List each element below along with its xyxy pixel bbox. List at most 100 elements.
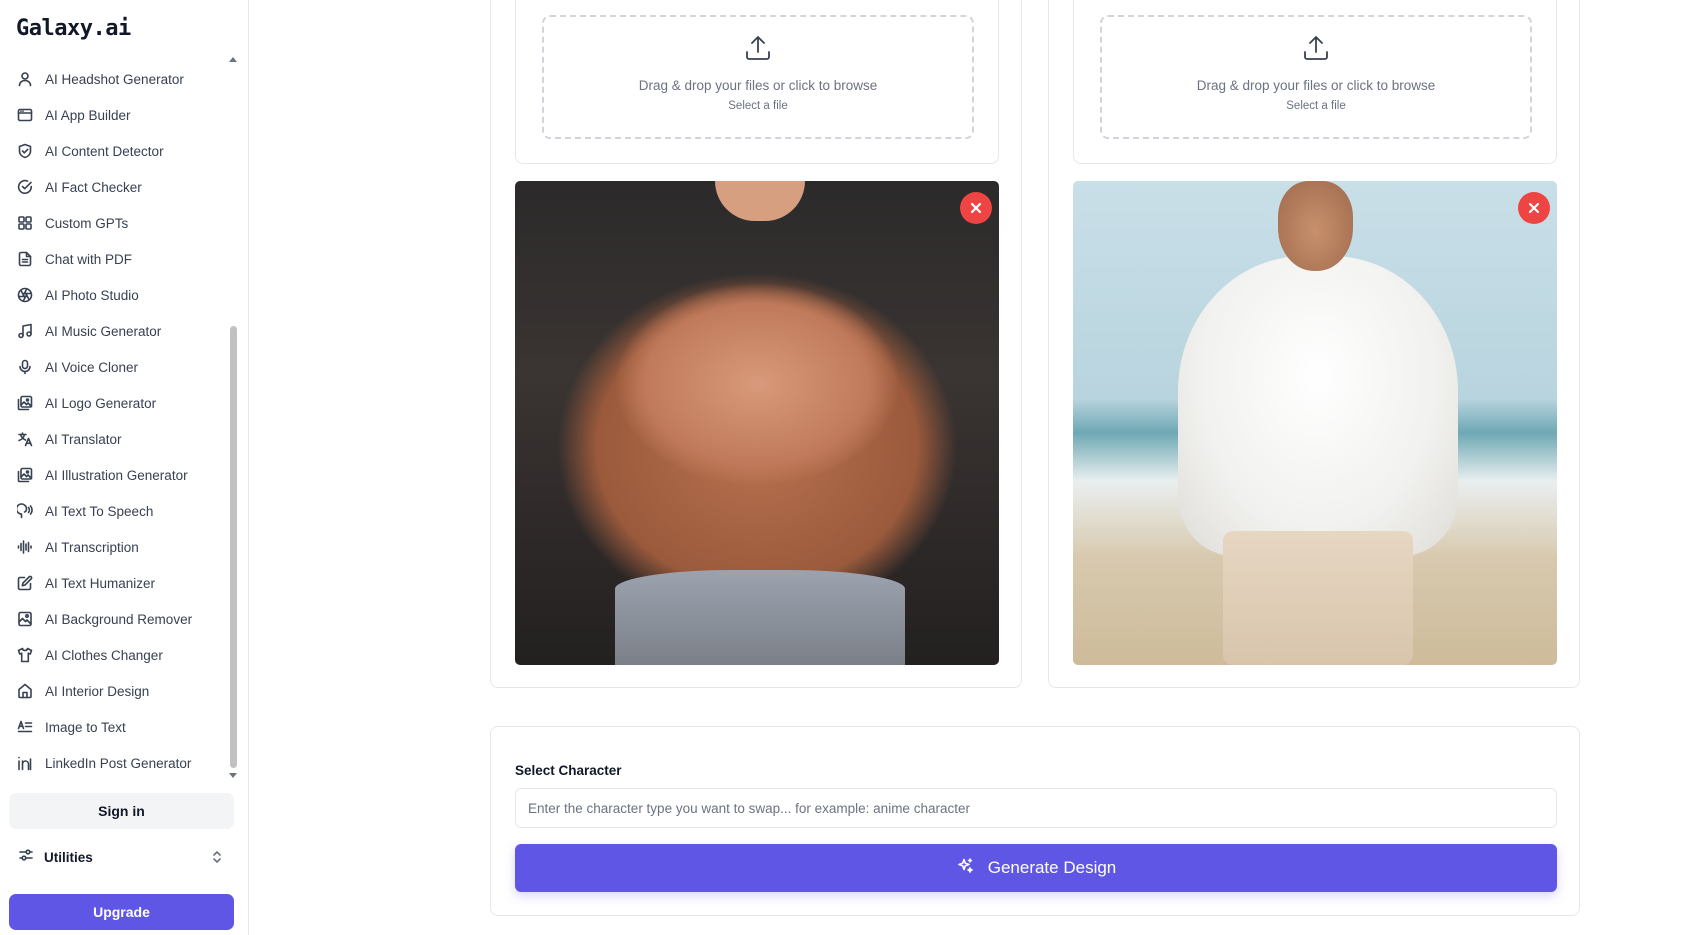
app-window-icon [17,107,33,123]
sidebar-item-label: AI Text Humanizer [45,575,156,591]
remove-image-button[interactable] [960,192,992,224]
file-dropzone[interactable]: Drag & drop your files or click to brows… [1100,15,1532,139]
edit-icon [17,575,33,591]
sign-in-button[interactable]: Sign in [9,793,234,829]
images-icon [17,395,33,411]
images-icon [17,467,33,483]
sidebar-item-fact-checker[interactable]: AI Fact Checker [0,169,230,205]
sidebar-item-label: LinkedIn Post Generator [45,755,192,771]
generate-design-button[interactable]: Generate Design [515,844,1557,892]
sidebar-item-interior-design[interactable]: AI Interior Design [0,673,230,709]
image-minus-icon [17,611,33,627]
image-content [1178,256,1458,556]
generate-design-label: Generate Design [987,858,1117,877]
home-icon [17,683,33,699]
image-content [1223,531,1413,665]
chevrons-up-down-icon [210,849,224,870]
sidebar-item-custom-gpts[interactable]: Custom GPTs [0,205,230,241]
sidebar-scrollbar-thumb[interactable] [230,326,237,768]
uploaded-image-preview [515,181,999,665]
sidebar-item-chat-with-pdf[interactable]: Chat with PDF [0,241,230,277]
app-root: Galaxy.ai AI Headshot Generator AI App B… [0,0,1705,935]
sliders-icon [18,847,34,868]
sidebar-item-image-to-text[interactable]: Image to Text [0,709,230,745]
target-image-card: Drag & drop your files or click to brows… [1048,0,1580,688]
upgrade-button[interactable]: Upgrade [9,894,234,930]
uploaded-image-preview [1073,181,1557,665]
scroll-down-arrow[interactable] [229,773,237,778]
sidebar-item-label: AI Translator [45,431,122,447]
speech-icon [17,503,33,519]
circle-check-icon [17,179,33,195]
upload-panel: Drag & drop your files or click to brows… [1073,0,1557,164]
file-dropzone[interactable]: Drag & drop your files or click to brows… [542,15,974,139]
scroll-up-arrow[interactable] [229,57,237,62]
select-file-link[interactable]: Select a file [1286,100,1345,112]
sidebar-item-text-to-speech[interactable]: AI Text To Speech [0,493,230,529]
dropzone-text: Drag & drop your files or click to brows… [638,78,878,93]
select-file-link[interactable]: Select a file [728,100,787,112]
sidebar-item-label: AI Voice Cloner [45,359,139,375]
sparkles-icon [956,857,974,880]
sidebar-item-label: AI App Builder [45,107,131,123]
sidebar-item-label: AI Clothes Changer [45,647,163,663]
file-text-icon [17,251,33,267]
mic-icon [17,359,33,375]
upload-icon [1301,33,1331,68]
sidebar-item-app-builder[interactable]: AI App Builder [0,97,230,133]
sidebar-item-clothes-changer[interactable]: AI Clothes Changer [0,637,230,673]
sidebar-item-label: AI Music Generator [45,323,162,339]
sidebar-item-label: Custom GPTs [45,215,129,231]
sidebar-item-label: AI Illustration Generator [45,467,188,483]
app-logo[interactable]: Galaxy.ai [16,16,131,41]
text-lines-icon [17,719,33,735]
sidebar-item-illustration-generator[interactable]: AI Illustration Generator [0,457,230,493]
sidebar-item-label: AI Content Detector [45,143,164,159]
sidebar-item-text-humanizer[interactable]: AI Text Humanizer [0,565,230,601]
sidebar-item-label: AI Text To Speech [45,503,154,519]
sidebar-item-label: AI Interior Design [45,683,150,699]
sidebar-item-label: AI Photo Studio [45,287,139,303]
sidebar-item-content-detector[interactable]: AI Content Detector [0,133,230,169]
image-content [1278,181,1353,271]
sidebar-item-linkedin-post-generator[interactable]: LinkedIn Post Generator [0,745,230,781]
utilities-dropdown[interactable]: Utilities [9,840,234,874]
sidebar-item-label: AI Background Remover [45,611,193,627]
sidebar-item-label: Image to Text [45,719,126,735]
remove-image-button[interactable] [1518,192,1550,224]
sidebar-item-label: Chat with PDF [45,251,133,267]
upload-icon [743,33,773,68]
upload-panel: Drag & drop your files or click to brows… [515,0,999,164]
image-content [715,181,805,221]
close-icon [970,202,982,214]
sidebar-item-voice-cloner[interactable]: AI Voice Cloner [0,349,230,385]
sidebar-item-photo-studio[interactable]: AI Photo Studio [0,277,230,313]
aperture-icon [17,287,33,303]
sidebar-item-label: AI Logo Generator [45,395,157,411]
audio-lines-icon [17,539,33,555]
image-content [615,570,905,665]
dropzone-text: Drag & drop your files or click to brows… [1196,78,1436,93]
close-icon [1528,202,1540,214]
utilities-label: Utilities [44,849,93,865]
sidebar-item-background-remover[interactable]: AI Background Remover [0,601,230,637]
linkedin-icon [17,755,33,771]
sidebar: Galaxy.ai AI Headshot Generator AI App B… [0,0,249,935]
sidebar-item-transcription[interactable]: AI Transcription [0,529,230,565]
sidebar-item-label: AI Transcription [45,539,139,555]
sidebar-item-label: AI Headshot Generator [45,71,184,87]
character-input[interactable] [515,788,1557,828]
sidebar-item-headshot-generator[interactable]: AI Headshot Generator [0,61,230,97]
sidebar-item-music-generator[interactable]: AI Music Generator [0,313,230,349]
character-panel: Select Character Generate Design [490,726,1580,916]
select-character-label: Select Character [515,763,622,778]
sidebar-item-logo-generator[interactable]: AI Logo Generator [0,385,230,421]
sidebar-nav: AI Headshot Generator AI App Builder AI … [0,61,230,781]
source-image-card: Drag & drop your files or click to brows… [490,0,1022,688]
user-icon [17,71,33,87]
grid-icon [17,215,33,231]
sidebar-item-label: AI Fact Checker [45,179,142,195]
sidebar-item-translator[interactable]: AI Translator [0,421,230,457]
shirt-icon [17,647,33,663]
languages-icon [17,431,33,447]
